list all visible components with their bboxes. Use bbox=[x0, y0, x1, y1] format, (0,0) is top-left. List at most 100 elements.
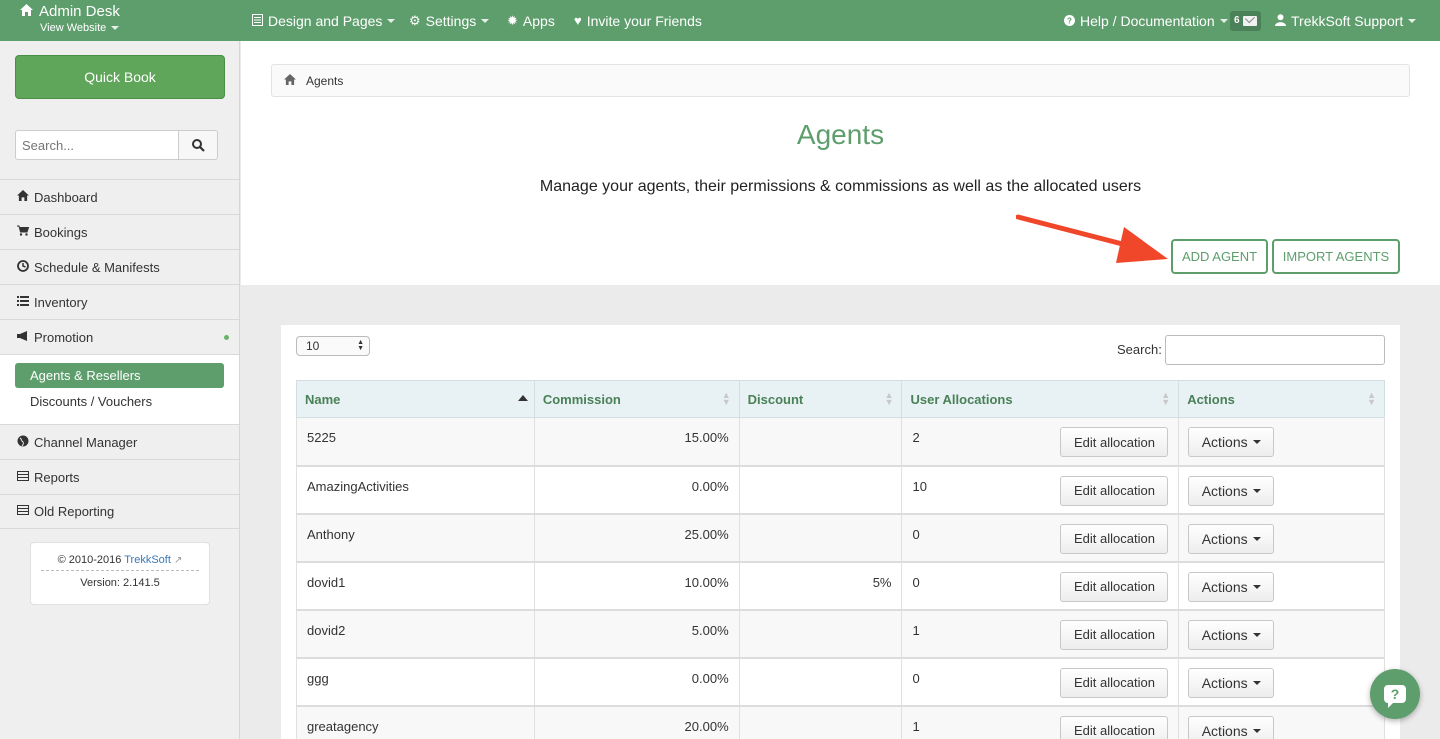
import-agents-button[interactable]: IMPORT AGENTS bbox=[1272, 239, 1400, 274]
cell-commission: 0.00% bbox=[533, 465, 740, 515]
sidebar-item-inventory[interactable]: Inventory bbox=[0, 284, 239, 319]
table-row: ggg 0.00% 0 Edit allocation Actions bbox=[296, 657, 1385, 707]
sidebar-item-label: Channel Manager bbox=[34, 434, 138, 450]
home-icon bbox=[20, 3, 33, 20]
allocation-count: 0 bbox=[912, 670, 920, 686]
cell-discount bbox=[738, 465, 903, 515]
cell-actions: Actions bbox=[1178, 465, 1385, 515]
chevron-down-icon bbox=[1252, 584, 1261, 589]
header-label: Commission bbox=[542, 391, 621, 407]
nav-label: TrekkSoft Support bbox=[1291, 12, 1404, 29]
edit-allocation-button[interactable]: Edit allocation bbox=[1060, 571, 1169, 602]
sidebar-item-bookings[interactable]: Bookings bbox=[0, 214, 239, 249]
quick-book-button[interactable]: Quick Book bbox=[15, 55, 225, 99]
sidebar-item-old-reporting[interactable]: Old Reporting bbox=[0, 494, 239, 529]
allocation-count: 0 bbox=[912, 574, 920, 590]
cell-actions: Actions bbox=[1178, 417, 1385, 467]
arrow-annotation-icon bbox=[1016, 214, 1168, 263]
chevron-down-icon bbox=[1252, 680, 1261, 685]
edit-allocation-button[interactable]: Edit allocation bbox=[1060, 427, 1169, 457]
cell-commission: 0.00% bbox=[533, 657, 740, 707]
allocation-count: 0 bbox=[912, 526, 920, 542]
trekksoft-link[interactable]: TrekkSoft bbox=[124, 554, 171, 566]
allocation-count: 1 bbox=[912, 622, 920, 638]
cell-actions: Actions bbox=[1178, 609, 1385, 659]
table-search-input[interactable] bbox=[1165, 335, 1385, 365]
sidebar-item-schedule[interactable]: Schedule & Manifests bbox=[0, 249, 239, 284]
actions-dropdown-button[interactable]: Actions bbox=[1188, 475, 1275, 506]
edit-allocation-button[interactable]: Edit allocation bbox=[1060, 667, 1169, 698]
table-row: greatagency 20.00% 1 Edit allocation Actions bbox=[296, 705, 1385, 739]
edit-allocation-button[interactable]: Edit allocation bbox=[1060, 715, 1169, 739]
page-title: Agents bbox=[796, 119, 885, 150]
search-input[interactable] bbox=[15, 130, 179, 160]
copyright-text: © 2010-2016 bbox=[57, 554, 122, 566]
divider bbox=[41, 570, 199, 571]
add-agent-button[interactable]: ADD AGENT bbox=[1171, 239, 1268, 274]
page-length-value: 10 bbox=[306, 339, 320, 353]
svg-text:?: ? bbox=[1067, 16, 1072, 25]
edit-allocation-button[interactable]: Edit allocation bbox=[1060, 475, 1169, 506]
button-label: Edit allocation bbox=[1074, 627, 1155, 642]
column-header-commission[interactable]: Commission ▲ ▼ bbox=[533, 380, 740, 418]
apps-icon: ✹ bbox=[507, 12, 518, 28]
megaphone-icon bbox=[16, 330, 30, 344]
actions-dropdown-button[interactable]: Actions bbox=[1188, 667, 1275, 698]
sidebar-item-label: Old Reporting bbox=[34, 504, 115, 519]
actions-dropdown-button[interactable]: Actions bbox=[1188, 523, 1275, 554]
nav-help[interactable]: ? Help / Documentation bbox=[1064, 0, 1228, 41]
chevron-down-icon bbox=[481, 18, 490, 23]
brand[interactable]: Admin Desk View Website bbox=[20, 3, 120, 34]
column-header-user-allocations[interactable]: User Allocations ▲ ▼ bbox=[901, 380, 1180, 418]
nav-invite-friends[interactable]: ♥ Invite your Friends bbox=[574, 0, 702, 41]
sidebar-item-channel-manager[interactable]: Channel Manager bbox=[0, 424, 239, 459]
nav-design-pages[interactable]: Design and Pages bbox=[252, 0, 396, 41]
sidebar-item-label: Inventory bbox=[34, 294, 88, 310]
button-label: Edit allocation bbox=[1074, 579, 1155, 594]
cell-discount bbox=[738, 657, 903, 707]
help-chat-button[interactable]: ? bbox=[1370, 669, 1420, 719]
edit-allocation-button[interactable]: Edit allocation bbox=[1060, 523, 1169, 554]
search-icon bbox=[191, 138, 205, 152]
sidebar-item-agents-resellers[interactable]: Agents & Resellers bbox=[15, 363, 224, 388]
cell-actions: Actions bbox=[1178, 561, 1385, 611]
page-length-select[interactable]: 10 ▲ ▼ bbox=[296, 336, 370, 356]
chevron-down-icon bbox=[1252, 440, 1261, 444]
sidebar: Quick Book Dashboard Bookings Schedule &… bbox=[0, 41, 240, 739]
actions-dropdown-button[interactable]: Actions bbox=[1188, 427, 1275, 457]
cell-name: Anthony bbox=[296, 513, 535, 563]
header-label: Discount bbox=[747, 391, 804, 407]
header-label: Name bbox=[305, 391, 341, 407]
sidebar-item-label: Bookings bbox=[34, 224, 88, 240]
view-website-link[interactable]: View Website bbox=[40, 22, 106, 34]
table-icon bbox=[16, 505, 30, 518]
sidebar-item-label: Reports bbox=[34, 469, 80, 485]
sidebar-item-promotion[interactable]: Promotion bbox=[0, 319, 239, 354]
nav-user-menu[interactable]: TrekkSoft Support bbox=[1275, 0, 1417, 41]
breadcrumb-current: Agents bbox=[306, 73, 344, 88]
cell-name: AmazingActivities bbox=[296, 465, 535, 515]
button-label: Actions bbox=[1201, 626, 1248, 643]
column-header-discount[interactable]: Discount ▲ ▼ bbox=[738, 380, 903, 418]
sidebar-item-reports[interactable]: Reports bbox=[0, 459, 239, 494]
actions-dropdown-button[interactable]: Actions bbox=[1188, 571, 1275, 602]
home-icon[interactable] bbox=[284, 73, 296, 88]
mail-count: 6 bbox=[1234, 15, 1240, 26]
nav-apps[interactable]: ✹ Apps bbox=[507, 0, 555, 41]
sidebar-item-discounts-vouchers[interactable]: Discounts / Vouchers bbox=[15, 388, 224, 414]
actions-dropdown-button[interactable]: Actions bbox=[1188, 619, 1275, 650]
search-button[interactable] bbox=[179, 130, 218, 160]
mail-button[interactable]: 6 bbox=[1230, 0, 1261, 41]
nav-settings[interactable]: ⚙ Settings bbox=[409, 0, 490, 41]
pages-icon bbox=[252, 13, 263, 29]
column-header-actions[interactable]: Actions ▲ ▼ bbox=[1178, 380, 1385, 418]
sidebar-item-dashboard[interactable]: Dashboard bbox=[0, 179, 239, 214]
help-bubble-icon: ? bbox=[1384, 685, 1406, 708]
heart-icon: ♥ bbox=[574, 13, 582, 28]
actions-dropdown-button[interactable]: Actions bbox=[1188, 715, 1275, 739]
column-header-name[interactable]: Name bbox=[296, 380, 535, 418]
edit-allocation-button[interactable]: Edit allocation bbox=[1060, 619, 1169, 650]
chevron-down-icon bbox=[1252, 488, 1261, 493]
button-label: Actions bbox=[1201, 482, 1248, 499]
cell-discount bbox=[738, 417, 903, 467]
